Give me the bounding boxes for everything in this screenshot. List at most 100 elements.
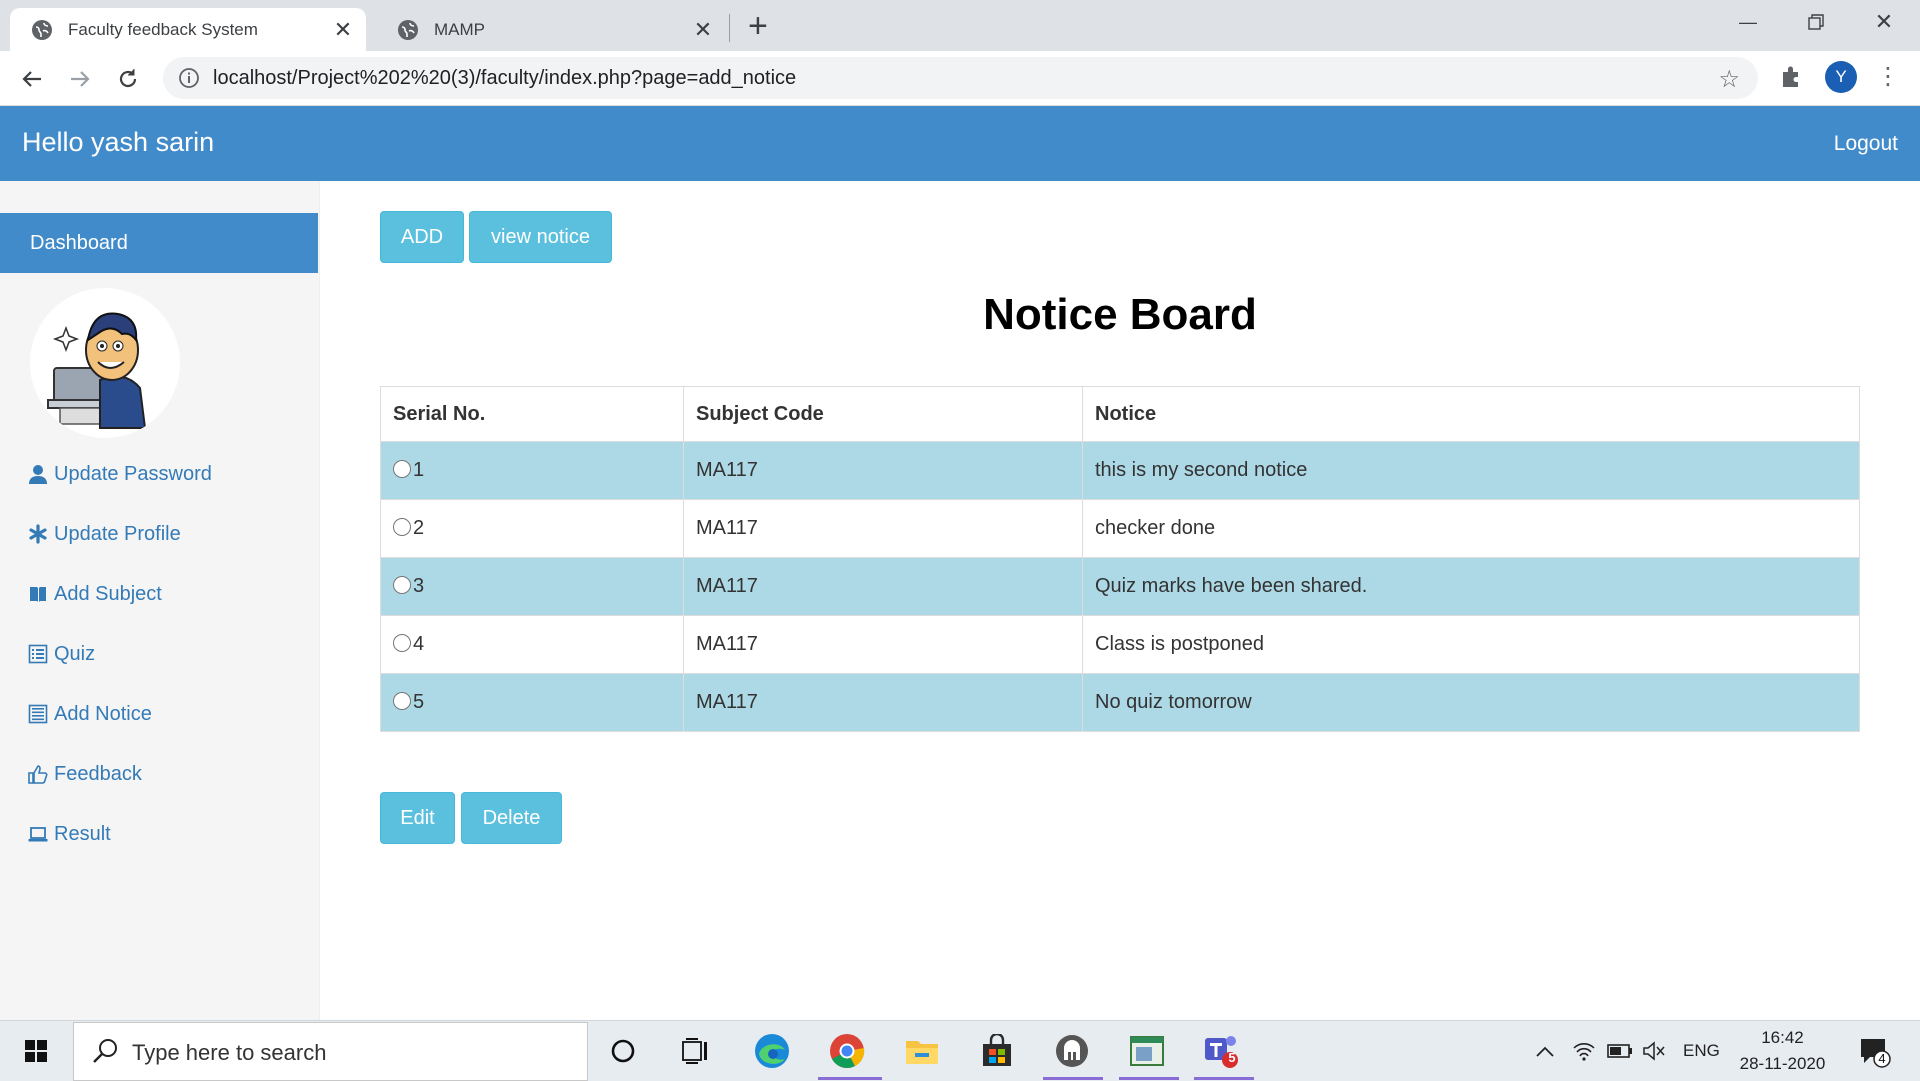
address-bar-row: localhost/Project%202%20(3)/faculty/inde…	[0, 51, 1920, 106]
browser-tab-bar: Faculty feedback System ✕ MAMP ✕ + — ✕	[0, 0, 1920, 51]
row-radio[interactable]	[393, 517, 411, 536]
volume-muted-icon[interactable]	[1642, 1021, 1666, 1081]
user-icon	[29, 465, 47, 484]
battery-icon[interactable]	[1607, 1021, 1633, 1081]
back-icon[interactable]	[14, 61, 50, 97]
serial-cell: 1	[380, 441, 684, 500]
app-window-icon[interactable]	[1127, 1031, 1167, 1071]
app-header: Hello yash sarin Logout	[0, 106, 1920, 181]
action-center-icon[interactable]: 4	[1858, 1035, 1892, 1069]
row-radio[interactable]	[393, 633, 411, 652]
window-close-icon[interactable]: ✕	[1850, 0, 1918, 44]
dashboard-label: Dashboard	[30, 231, 128, 254]
sidebar-item-update-password[interactable]: Update Password	[28, 463, 212, 523]
subject-cell: MA117	[683, 499, 1083, 558]
subject-cell: MA117	[683, 441, 1083, 500]
notice-cell: No quiz tomorrow	[1082, 673, 1860, 732]
list-icon	[28, 704, 48, 724]
edit-button[interactable]: Edit	[380, 792, 455, 844]
sidebar-item-feedback[interactable]: Feedback	[28, 763, 212, 823]
file-explorer-icon[interactable]	[902, 1031, 942, 1071]
close-tab-icon[interactable]: ✕	[328, 17, 358, 43]
sidebar-item-label: Feedback	[54, 763, 142, 785]
view-notice-button[interactable]: view notice	[469, 211, 612, 263]
new-tab-icon[interactable]: +	[748, 6, 768, 46]
notice-cell: checker done	[1082, 499, 1860, 558]
wifi-icon[interactable]	[1572, 1021, 1596, 1081]
reload-icon[interactable]	[110, 61, 146, 97]
sidebar-item-result[interactable]: Result	[28, 823, 212, 883]
table-header-row: Serial No. Subject Code Notice	[380, 386, 1860, 442]
input-language[interactable]: ENG	[1683, 1021, 1720, 1081]
serial-cell: 2	[380, 499, 684, 558]
add-button[interactable]: ADD	[380, 211, 464, 263]
windows-logo-icon	[25, 1040, 47, 1062]
serial-number: 3	[413, 575, 425, 597]
show-hidden-icons[interactable]	[1535, 1021, 1555, 1081]
url-text[interactable]: localhost/Project%202%20(3)/faculty/inde…	[213, 67, 796, 90]
delete-button[interactable]: Delete	[461, 792, 562, 844]
asterisk-icon	[29, 524, 47, 544]
table-row: 2 MA117 checker done	[380, 499, 1860, 558]
profile-avatar[interactable]: Y	[1825, 61, 1857, 93]
column-header-serial: Serial No.	[380, 386, 684, 442]
search-placeholder: Type here to search	[132, 1040, 327, 1065]
sidebar-item-label: Update Password	[54, 463, 212, 485]
task-view-icon[interactable]	[676, 1031, 716, 1071]
omnibox[interactable]: localhost/Project%202%20(3)/faculty/inde…	[163, 57, 1758, 99]
sidebar-item-label: Add Subject	[54, 583, 162, 605]
sidebar-item-add-subject[interactable]: Add Subject	[28, 583, 212, 643]
close-tab-icon[interactable]: ✕	[688, 17, 718, 43]
taskbar-clock[interactable]: 16:42 28-11-2020	[1730, 1025, 1835, 1077]
cortana-icon[interactable]	[603, 1031, 643, 1071]
sidebar-item-dashboard[interactable]: Dashboard	[0, 213, 318, 273]
thumbs-up-icon	[28, 765, 48, 784]
sidebar-item-add-notice[interactable]: Add Notice	[28, 703, 212, 763]
book-icon	[30, 587, 46, 602]
info-icon[interactable]	[178, 67, 200, 89]
serial-cell: 3	[380, 557, 684, 616]
browser-menu-icon[interactable]: ⋮	[1876, 62, 1900, 92]
tab-title: Faculty feedback System	[68, 19, 258, 39]
sidebar: Dashboard Update Password Update Profile…	[0, 181, 320, 1020]
forward-icon[interactable]	[62, 61, 98, 97]
taskbar-search-box[interactable]: Type here to search	[73, 1022, 588, 1081]
sidebar-item-label: Update Profile	[54, 523, 181, 545]
search-icon	[93, 1039, 117, 1063]
restore-icon[interactable]	[1782, 0, 1850, 44]
row-radio[interactable]	[393, 691, 411, 710]
tab-title: MAMP	[434, 19, 485, 39]
logout-link[interactable]: Logout	[1834, 132, 1898, 156]
table-row: 3 MA117 Quiz marks have been shared.	[380, 557, 1860, 616]
list-alt-icon	[28, 644, 48, 664]
serial-number: 4	[413, 633, 425, 655]
row-radio[interactable]	[393, 459, 411, 478]
edge-browser-icon[interactable]	[752, 1031, 792, 1071]
column-header-subject: Subject Code	[683, 386, 1083, 442]
teams-badge-count: 5	[1228, 1050, 1236, 1065]
microsoft-store-icon[interactable]	[977, 1031, 1017, 1071]
subject-cell: MA117	[683, 673, 1083, 732]
sidebar-item-label: Add Notice	[54, 703, 152, 725]
tab-divider	[729, 14, 730, 42]
mamp-elephant-icon[interactable]	[1052, 1031, 1092, 1071]
serial-number: 5	[413, 691, 425, 713]
notice-cell: Quiz marks have been shared.	[1082, 557, 1860, 616]
teams-icon[interactable]: 5	[1202, 1031, 1242, 1071]
clock-time: 16:42	[1761, 1028, 1804, 1047]
laptop-icon	[28, 827, 48, 842]
chrome-icon[interactable]	[827, 1031, 867, 1071]
tab-faculty-feedback[interactable]: Faculty feedback System ✕	[10, 8, 366, 51]
start-button[interactable]	[0, 1021, 72, 1081]
minimize-icon[interactable]: —	[1714, 0, 1782, 44]
sidebar-item-quiz[interactable]: Quiz	[28, 643, 212, 703]
subject-cell: MA117	[683, 615, 1083, 674]
windows-taskbar: Type here to search 5 ENG 16:42 28-11-20…	[0, 1020, 1920, 1081]
row-radio[interactable]	[393, 575, 411, 594]
tab-mamp[interactable]: MAMP ✕	[376, 8, 726, 51]
sidebar-item-update-profile[interactable]: Update Profile	[28, 523, 212, 583]
extensions-puzzle-icon[interactable]	[1776, 62, 1806, 92]
sidebar-nav: Update Password Update Profile Add Subje…	[28, 463, 212, 883]
bookmark-star-icon[interactable]: ☆	[1718, 65, 1740, 94]
sidebar-item-label: Quiz	[54, 643, 96, 665]
